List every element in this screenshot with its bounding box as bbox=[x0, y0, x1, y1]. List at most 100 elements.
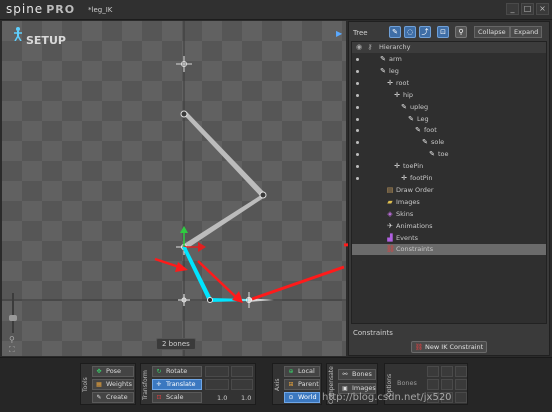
visibility-dot-icon[interactable] bbox=[356, 177, 359, 180]
tree-item-label: Constraints bbox=[396, 245, 434, 254]
knee-joint[interactable] bbox=[207, 297, 213, 303]
tree-item-events[interactable]: ▟ Events bbox=[352, 233, 546, 244]
visibility-dot-icon[interactable] bbox=[356, 93, 359, 97]
minimize-button[interactable]: _ bbox=[506, 3, 519, 15]
pose-button[interactable]: ✥ Pose bbox=[92, 366, 134, 377]
constraints-title: Constraints bbox=[353, 329, 393, 337]
compensate-bones-button[interactable]: ⚯ Bones bbox=[338, 369, 376, 380]
visibility-dot-icon[interactable] bbox=[356, 81, 359, 85]
eye-icon[interactable]: ◉ bbox=[355, 43, 363, 51]
maximize-button[interactable]: □ bbox=[521, 3, 534, 15]
scale-label: Scale bbox=[166, 393, 184, 401]
translate-icon: ✛ bbox=[156, 381, 162, 388]
bone-icon: ✎ bbox=[415, 126, 421, 135]
local-button[interactable]: ⊕ Local bbox=[284, 366, 320, 377]
bottom-toolbar: Tools ✥ Pose ▦ Weights ✎ Create Transform ↻… bbox=[0, 357, 552, 412]
tree-item-constraints[interactable]: ⛓ Constraints bbox=[352, 244, 546, 256]
options-toggle-5[interactable] bbox=[441, 379, 453, 390]
tree-item-animations[interactable]: ✈ Animations bbox=[352, 221, 546, 232]
rotate-value-field[interactable] bbox=[205, 366, 229, 377]
expand-button[interactable]: Expand bbox=[510, 26, 543, 38]
tree-item-draw-order[interactable]: ▤ Draw Order bbox=[352, 185, 546, 196]
tree-item-toe[interactable]: ✎ toe bbox=[352, 149, 546, 160]
visibility-dot-icon[interactable] bbox=[356, 141, 359, 145]
tree-item-hip[interactable]: ✛ hip bbox=[352, 90, 546, 101]
options-bones-label: Bones bbox=[397, 379, 417, 387]
tree-item-label: hip bbox=[403, 90, 414, 99]
file-name: *leg_IK bbox=[88, 6, 113, 14]
tree-item-images[interactable]: ▰ Images bbox=[352, 197, 546, 208]
parent-axis-icon: ⊞ bbox=[288, 381, 294, 388]
tree-item-arm[interactable]: ✎ arm bbox=[352, 54, 546, 65]
tree-item-root[interactable]: ✛ root bbox=[352, 78, 546, 89]
tree-item-upleg[interactable]: ✎ upleg bbox=[352, 102, 546, 113]
zoom-slider[interactable]: ⚲ ⛶ bbox=[8, 291, 18, 355]
arm-upper-joint[interactable] bbox=[180, 110, 188, 118]
fit-view-icon[interactable]: ⛶ bbox=[9, 345, 15, 355]
key-icon[interactable]: ⚷ bbox=[366, 43, 374, 51]
tree-item-label: leg bbox=[389, 66, 399, 75]
options-toggle-9[interactable] bbox=[455, 392, 467, 403]
scale-x-value[interactable]: 1.0 bbox=[217, 393, 227, 404]
rotate-value-field-2[interactable] bbox=[231, 366, 253, 377]
visibility-dot-icon[interactable] bbox=[356, 58, 359, 61]
translate-y-field[interactable] bbox=[231, 379, 253, 390]
tree-item-label: sole bbox=[431, 138, 445, 147]
visibility-dot-icon[interactable] bbox=[356, 69, 359, 73]
zoom-knob[interactable] bbox=[9, 315, 17, 321]
tree-item-toepin[interactable]: ✛ toePin bbox=[352, 161, 546, 172]
tree-item-label: root bbox=[396, 78, 410, 87]
scale-y-value[interactable]: 1.0 bbox=[241, 393, 251, 404]
visibility-dot-icon[interactable] bbox=[356, 153, 359, 157]
pencil-tool-icon[interactable]: ✎ bbox=[389, 26, 401, 38]
tree-item-sole[interactable]: ✎ sole bbox=[352, 137, 546, 148]
options-toggle-4[interactable] bbox=[427, 379, 439, 390]
options-toggle-2[interactable] bbox=[441, 366, 453, 377]
axis-group: Axis ⊕ Local ⊞ Parent ⊙ World bbox=[272, 363, 322, 405]
compensate-images-label: Images bbox=[352, 384, 376, 392]
tree-item-footpin[interactable]: ✛ footPin bbox=[352, 173, 546, 184]
select-tool-icon[interactable]: ⊡ bbox=[437, 26, 449, 38]
create-button[interactable]: ✎ Create bbox=[92, 392, 134, 403]
visibility-dot-icon[interactable] bbox=[356, 165, 359, 169]
translate-x-field[interactable] bbox=[205, 379, 229, 390]
hierarchy-label: Hierarchy bbox=[379, 43, 411, 51]
options-toggle-3[interactable] bbox=[455, 366, 467, 377]
tree-item-label: footPin bbox=[410, 174, 433, 182]
watermark-text: http://blog.csdn.net/jx520 bbox=[322, 392, 452, 403]
tree-item-leg[interactable]: ✎ leg bbox=[352, 66, 546, 77]
close-button[interactable]: × bbox=[536, 3, 549, 15]
translate-button[interactable]: ✛ Translate bbox=[152, 379, 202, 390]
options-toggle-1[interactable] bbox=[427, 366, 439, 377]
visibility-dot-icon[interactable] bbox=[356, 129, 359, 133]
scale-button[interactable]: ⊡ Scale bbox=[152, 392, 202, 403]
world-button[interactable]: ⊙ World bbox=[284, 392, 320, 403]
tree-list[interactable]: ◉ ⚷ Hierarchy ✎ arm ✎ leg ✛ root ✛ hip ✎ upleg ✎ Le… bbox=[351, 41, 547, 324]
tree-item-foot[interactable]: ✎ foot bbox=[352, 125, 546, 136]
link-tool-icon[interactable]: ⤴ bbox=[419, 26, 431, 38]
arm-elbow-joint[interactable] bbox=[259, 191, 267, 199]
bone-icon: ✎ bbox=[408, 114, 414, 123]
options-toggle-6[interactable] bbox=[455, 379, 467, 390]
skeleton-canvas[interactable] bbox=[2, 21, 346, 356]
magnifier-icon[interactable]: ⚲ bbox=[9, 335, 15, 344]
tree-item-skins[interactable]: ◈ Skins bbox=[352, 209, 546, 220]
pose-icon: ✥ bbox=[96, 368, 102, 375]
weights-button[interactable]: ▦ Weights bbox=[92, 379, 134, 390]
arm-upper-bone[interactable] bbox=[183, 112, 265, 197]
arm-lower-bone[interactable] bbox=[184, 195, 265, 248]
visibility-dot-icon[interactable] bbox=[356, 117, 359, 121]
arm-bone-root[interactable] bbox=[176, 56, 192, 72]
foot-pin-marker[interactable] bbox=[241, 292, 257, 308]
editor-viewport[interactable]: SETUP ▶ ⚲ ⛶ 2 bones bbox=[2, 21, 346, 356]
parent-button[interactable]: ⊞ Parent bbox=[284, 379, 320, 390]
upleg-bone[interactable] bbox=[182, 247, 212, 301]
search-icon[interactable]: ⚲ bbox=[455, 26, 467, 38]
collapse-button[interactable]: Collapse bbox=[474, 26, 510, 38]
rotate-button[interactable]: ↻ Rotate bbox=[152, 366, 202, 377]
tree-item-leg[interactable]: ✎ Leg bbox=[352, 114, 546, 125]
new-ik-constraint-button[interactable]: ⛓ New IK Constraint bbox=[411, 341, 487, 353]
rotate-tool-icon[interactable]: ◌ bbox=[404, 26, 416, 38]
create-bone-icon: ✎ bbox=[96, 394, 102, 401]
visibility-dot-icon[interactable] bbox=[356, 105, 359, 109]
